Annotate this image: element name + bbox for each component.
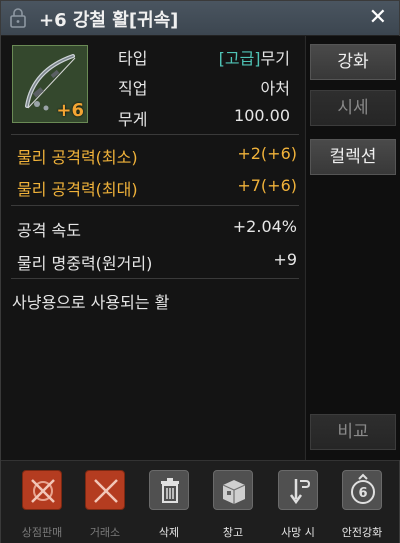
enhance-level-badge: +6	[56, 100, 84, 121]
storage-box-icon	[213, 470, 253, 510]
stat-label: 물리 공격력(최소)	[17, 148, 138, 167]
trash-icon	[149, 470, 189, 510]
no-trade-icon	[85, 470, 125, 510]
divider	[11, 205, 299, 206]
no-sell-icon	[22, 470, 62, 510]
stat-value: +7(+6)	[237, 176, 297, 195]
lock-icon[interactable]	[8, 7, 28, 29]
action-bar: 상점판매 거래소 삭제 창고 사망 시 6 안전강화	[1, 460, 399, 543]
item-icon: +6	[12, 45, 88, 123]
safe-enhance-level: 6	[358, 486, 367, 501]
action-label: 창고	[222, 526, 244, 539]
stat-value: +2.04%	[232, 217, 297, 236]
action-label: 거래소	[89, 526, 121, 539]
death-drop-icon	[278, 470, 318, 510]
stat-label: 물리 명중력(원거리)	[17, 254, 153, 273]
close-icon[interactable]: ✕	[369, 5, 387, 30]
class-label: 직업	[118, 79, 148, 98]
item-info-window: +6 강철 활[귀속] ✕ +6 타입 [고급]무기 직업 아처 무게 100.…	[0, 0, 400, 543]
action-label: 사망 시	[281, 526, 315, 539]
action-label: 상점판매	[21, 526, 63, 539]
death-drop-button[interactable]: 사망 시	[267, 470, 329, 540]
divider	[11, 278, 299, 279]
stat-value: +2(+6)	[237, 144, 297, 163]
exchange-button[interactable]: 거래소	[74, 470, 136, 540]
stat-label: 공격 속도	[17, 221, 81, 240]
storage-button[interactable]: 창고	[202, 470, 264, 540]
grade-tag: [고급]	[218, 49, 261, 68]
type-value: [고급]무기	[219, 45, 290, 69]
item-type: 무기	[260, 49, 290, 68]
weight-value: 100.00	[234, 106, 290, 125]
shop-sell-button[interactable]: 상점판매	[11, 470, 73, 540]
title-bar: +6 강철 활[귀속] ✕	[1, 1, 399, 36]
stat-label: 물리 공격력(최대)	[17, 180, 138, 199]
market-price-button[interactable]: 시세	[310, 90, 396, 126]
side-button-panel: 강화 시세 컬렉션 비교	[305, 36, 400, 460]
safe-enhance-icon: 6	[342, 470, 382, 510]
safe-enhance-button[interactable]: 6 안전강화	[331, 470, 393, 540]
collection-button[interactable]: 컬렉션	[310, 139, 396, 175]
item-details-panel: +6 타입 [고급]무기 직업 아처 무게 100.00 물리 공격력(최소) …	[1, 36, 304, 460]
compare-button[interactable]: 비교	[310, 414, 396, 450]
divider	[11, 134, 299, 135]
enhance-button[interactable]: 강화	[310, 44, 396, 80]
class-value: 아처	[260, 79, 290, 98]
action-label: 안전강화	[341, 526, 383, 539]
action-label: 삭제	[158, 526, 180, 539]
item-description: 사냥용으로 사용되는 활	[12, 293, 170, 312]
type-label: 타입	[118, 49, 148, 68]
delete-button[interactable]: 삭제	[138, 470, 200, 540]
window-title: +6 강철 활[귀속]	[39, 10, 179, 31]
weight-label: 무게	[118, 110, 148, 129]
stat-value: +9	[273, 250, 297, 269]
